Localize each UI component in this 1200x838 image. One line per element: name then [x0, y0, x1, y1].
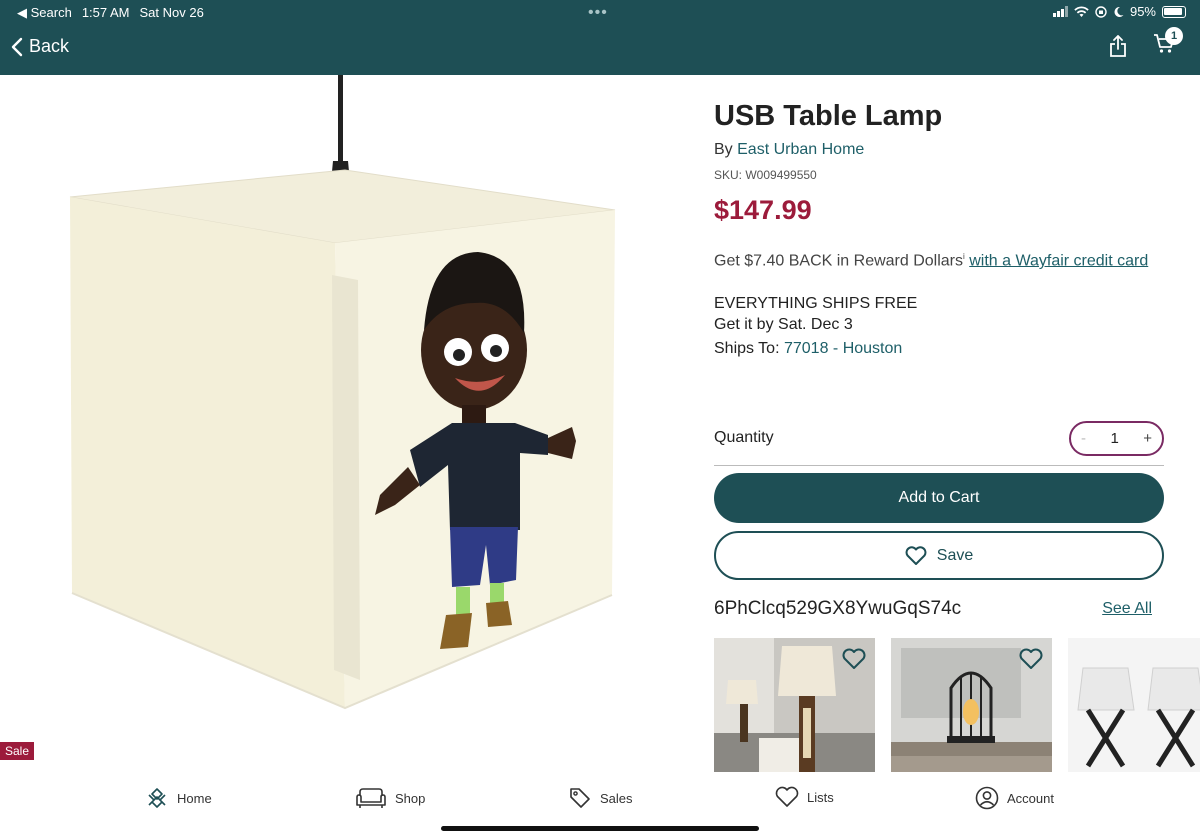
- favorite-heart-icon[interactable]: [841, 646, 867, 672]
- brand-link[interactable]: East Urban Home: [737, 141, 864, 158]
- quantity-label: Quantity: [714, 429, 774, 446]
- brand-line: By East Urban Home: [714, 141, 1164, 159]
- similar-item-card[interactable]: [891, 638, 1052, 772]
- save-button[interactable]: Save: [714, 531, 1164, 580]
- status-bar: ◀ Search 1:57 AM Sat Nov 26 ••• 95%: [0, 0, 1200, 24]
- similar-item-card[interactable]: [1068, 638, 1200, 772]
- product-image[interactable]: [0, 75, 690, 770]
- wifi-icon: [1074, 5, 1089, 17]
- favorite-heart-icon[interactable]: [1018, 646, 1044, 672]
- top-bar: ◀ Search 1:57 AM Sat Nov 26 ••• 95% Back…: [0, 0, 1200, 75]
- product-details: USB Table Lamp By East Urban Home SKU: W…: [714, 100, 1164, 359]
- save-label: Save: [936, 546, 974, 564]
- back-button[interactable]: Back: [10, 36, 69, 57]
- status-time: 1:57 AM: [81, 5, 130, 20]
- by-prefix: By: [714, 141, 733, 158]
- tab-account[interactable]: Account: [975, 786, 1054, 810]
- see-all-link[interactable]: See All: [1102, 600, 1152, 618]
- chevron-left-icon: [11, 37, 23, 56]
- credit-card-link[interactable]: with a Wayfair credit card: [969, 252, 1148, 269]
- similar-item-card[interactable]: [714, 638, 875, 772]
- ships-to-zip-link[interactable]: 77018 - Houston: [784, 340, 902, 357]
- reward-info-mark[interactable]: i: [963, 252, 965, 261]
- home-icon: [148, 788, 166, 808]
- cart-button[interactable]: 1: [1153, 27, 1183, 59]
- quantity-decrement-button[interactable]: -: [1081, 430, 1086, 447]
- product-title: USB Table Lamp: [714, 100, 943, 132]
- heart-icon: [905, 545, 927, 565]
- tag-icon: [570, 788, 590, 808]
- heart-icon: [775, 786, 799, 807]
- status-date: Sat Nov 26: [139, 5, 204, 20]
- tab-lists-label: Lists: [807, 789, 834, 805]
- tab-shop[interactable]: Shop: [355, 786, 425, 810]
- account-icon: [975, 786, 999, 810]
- sku-text: SKU: W009499550: [714, 168, 817, 182]
- quantity-stepper[interactable]: - 1 +: [1069, 421, 1164, 456]
- tab-sales[interactable]: Sales: [568, 786, 633, 810]
- multitasking-dots[interactable]: •••: [588, 4, 608, 22]
- battery-icon: [1162, 5, 1186, 18]
- free-shipping-text: EVERYTHING SHIPS FREE: [714, 295, 918, 313]
- reward-line: Get $7.40 BACK in Reward Dollarsi with a…: [714, 252, 1164, 270]
- similar-items-header: 6PhClcq529GX8YwuGqS74c See All: [714, 596, 1164, 622]
- share-icon[interactable]: [1109, 34, 1127, 57]
- quantity-value: 1: [1110, 430, 1119, 447]
- lamp-thumbnail: [1068, 638, 1200, 772]
- sale-badge: Sale: [0, 742, 35, 760]
- reward-text: Get $7.40 BACK in Reward Dollars: [714, 252, 963, 270]
- tab-account-label: Account: [1007, 790, 1054, 806]
- similar-items-title: 6PhClcq529GX8YwuGqS74c: [714, 598, 962, 619]
- status-back-app[interactable]: ◀ Search: [17, 5, 72, 21]
- quantity-increment-button[interactable]: +: [1143, 430, 1152, 447]
- quantity-row: Quantity - 1 +: [714, 420, 1164, 466]
- sofa-icon: [356, 788, 386, 808]
- moon-icon: [1114, 6, 1124, 17]
- shipping-info: EVERYTHING SHIPS FREE Get it by Sat. Dec…: [714, 293, 1164, 359]
- back-label: Back: [29, 36, 70, 56]
- cart-count-badge: 1: [1165, 27, 1183, 45]
- battery-percent: 95%: [1129, 4, 1156, 19]
- add-to-cart-button[interactable]: Add to Cart: [714, 473, 1164, 523]
- signal-icon: [1052, 6, 1068, 17]
- tab-lists[interactable]: Lists: [775, 786, 834, 808]
- delivery-date-text: Get it by Sat. Dec 3: [714, 316, 853, 334]
- tab-home[interactable]: Home: [145, 786, 212, 810]
- ships-to-label: Ships To:: [714, 340, 780, 358]
- tab-home-label: Home: [177, 790, 212, 806]
- price: $147.99: [714, 195, 812, 225]
- tab-shop-label: Shop: [395, 790, 426, 806]
- orientation-lock-icon: [1095, 5, 1107, 18]
- lamp-illustration: [69, 75, 616, 710]
- similar-items-carousel[interactable]: [714, 638, 1200, 772]
- tab-sales-label: Sales: [600, 790, 633, 806]
- home-indicator[interactable]: [441, 826, 759, 831]
